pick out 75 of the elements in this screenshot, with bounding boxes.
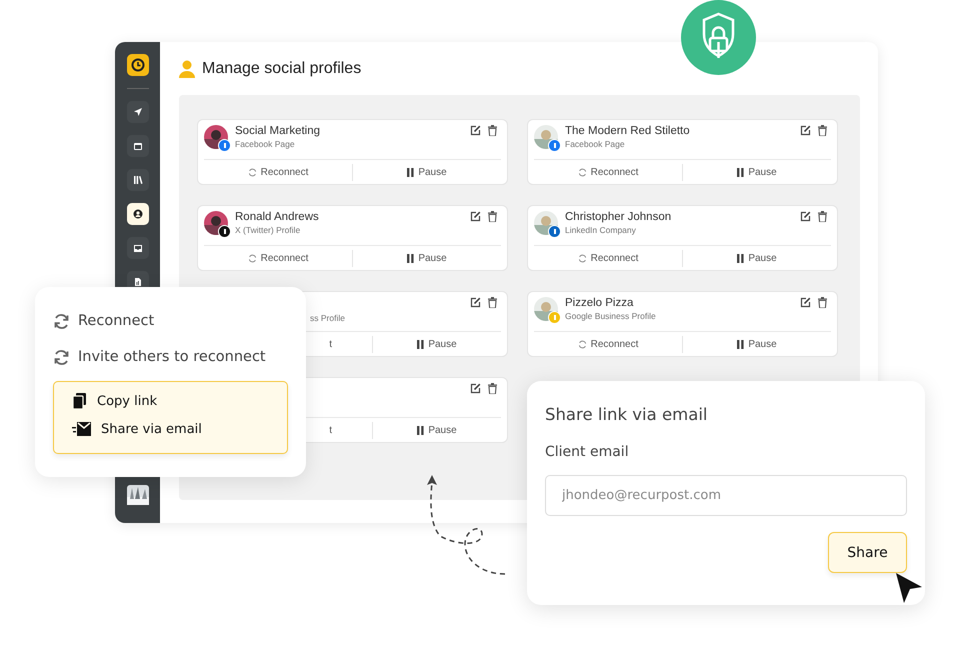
- profile-icon[interactable]: [126, 203, 148, 225]
- trash-icon[interactable]: [488, 211, 497, 222]
- edit-icon[interactable]: [470, 211, 481, 222]
- refresh-icon: [53, 348, 70, 366]
- profile-name: Pizzelo Pizza: [565, 297, 634, 309]
- network-badge-icon: [218, 139, 231, 152]
- logo-icon: [126, 54, 148, 76]
- pause-icon: [407, 168, 414, 176]
- pause-icon: [407, 254, 414, 262]
- network-badge-icon: [548, 311, 561, 324]
- edit-icon[interactable]: [470, 383, 481, 394]
- menu-item[interactable]: Reconnect: [53, 309, 154, 333]
- edit-icon[interactable]: [800, 125, 811, 136]
- network-badge-icon: [218, 225, 231, 238]
- pause-button[interactable]: Pause: [353, 164, 501, 180]
- reconnect-button[interactable]: Reconnect: [534, 164, 683, 180]
- edit-icon[interactable]: [470, 125, 481, 136]
- calendar-icon[interactable]: [126, 135, 148, 157]
- reconnect-button[interactable]: Reconnect: [534, 336, 683, 352]
- refresh-icon: [248, 254, 257, 262]
- reconnect-button[interactable]: Reconnect: [204, 250, 353, 266]
- page-title: Manage social profiles: [202, 60, 362, 78]
- pause-button[interactable]: Pause: [683, 250, 831, 266]
- profile-name: Social Marketing: [235, 125, 322, 137]
- pause-button[interactable]: Pause: [353, 250, 501, 266]
- pause-icon: [417, 426, 424, 434]
- edit-icon[interactable]: [800, 211, 811, 222]
- refresh-icon: [248, 168, 257, 176]
- send-icon[interactable]: [126, 101, 148, 123]
- network-badge-icon: [548, 225, 561, 238]
- trash-icon[interactable]: [818, 297, 827, 308]
- refresh-icon: [578, 254, 587, 262]
- menu-item[interactable]: Share via email: [72, 419, 269, 439]
- copy-icon: [72, 393, 87, 409]
- pause-icon: [737, 340, 744, 348]
- profile-type: LinkedIn Company: [565, 225, 637, 235]
- refresh-icon: [578, 168, 587, 176]
- profile-name: Christopher Johnson: [565, 211, 672, 223]
- network-badge-icon: [548, 139, 561, 152]
- trash-icon[interactable]: [488, 125, 497, 136]
- reconnect-button[interactable]: Reconnect: [534, 250, 683, 266]
- trash-icon[interactable]: [818, 125, 827, 136]
- share-button[interactable]: Share: [828, 532, 907, 573]
- email-field[interactable]: jhondeo@recurpost.com: [545, 475, 907, 516]
- profile-type: X (Twitter) Profile: [235, 225, 302, 235]
- edit-icon[interactable]: [470, 297, 481, 308]
- menu-item[interactable]: Invite others to reconnect: [53, 345, 266, 369]
- dialog-title: Share link via email: [545, 405, 708, 424]
- profile-type: Facebook Page: [565, 139, 626, 149]
- trash-icon[interactable]: [818, 211, 827, 222]
- pause-icon: [737, 168, 744, 176]
- edit-icon[interactable]: [800, 297, 811, 308]
- pause-button[interactable]: Pause: [373, 422, 501, 438]
- menu-item[interactable]: Copy link: [72, 391, 269, 411]
- pause-button[interactable]: Pause: [373, 336, 501, 352]
- profile-name: The Modern Red Stiletto: [565, 125, 691, 137]
- profile-type: ss Profile: [310, 313, 346, 323]
- pause-icon: [737, 254, 744, 262]
- refresh-icon: [53, 312, 70, 330]
- pause-button[interactable]: Pause: [683, 336, 831, 352]
- profile-type: Google Business Profile: [565, 311, 657, 321]
- inbox-icon[interactable]: [126, 237, 148, 259]
- refresh-icon: [578, 340, 587, 348]
- library-icon[interactable]: [126, 169, 148, 191]
- reconnect-button[interactable]: Reconnect: [204, 164, 353, 180]
- profile-name: Ronald Andrews: [235, 211, 320, 223]
- profile-type: Facebook Page: [235, 139, 296, 149]
- email-icon: [72, 422, 91, 436]
- field-label: Client email: [545, 444, 630, 460]
- trash-icon[interactable]: [488, 297, 497, 308]
- pause-icon: [417, 340, 424, 348]
- pause-button[interactable]: Pause: [683, 164, 831, 180]
- cursor-icon: [894, 571, 924, 605]
- trash-icon[interactable]: [488, 383, 497, 394]
- person-icon: [179, 60, 195, 78]
